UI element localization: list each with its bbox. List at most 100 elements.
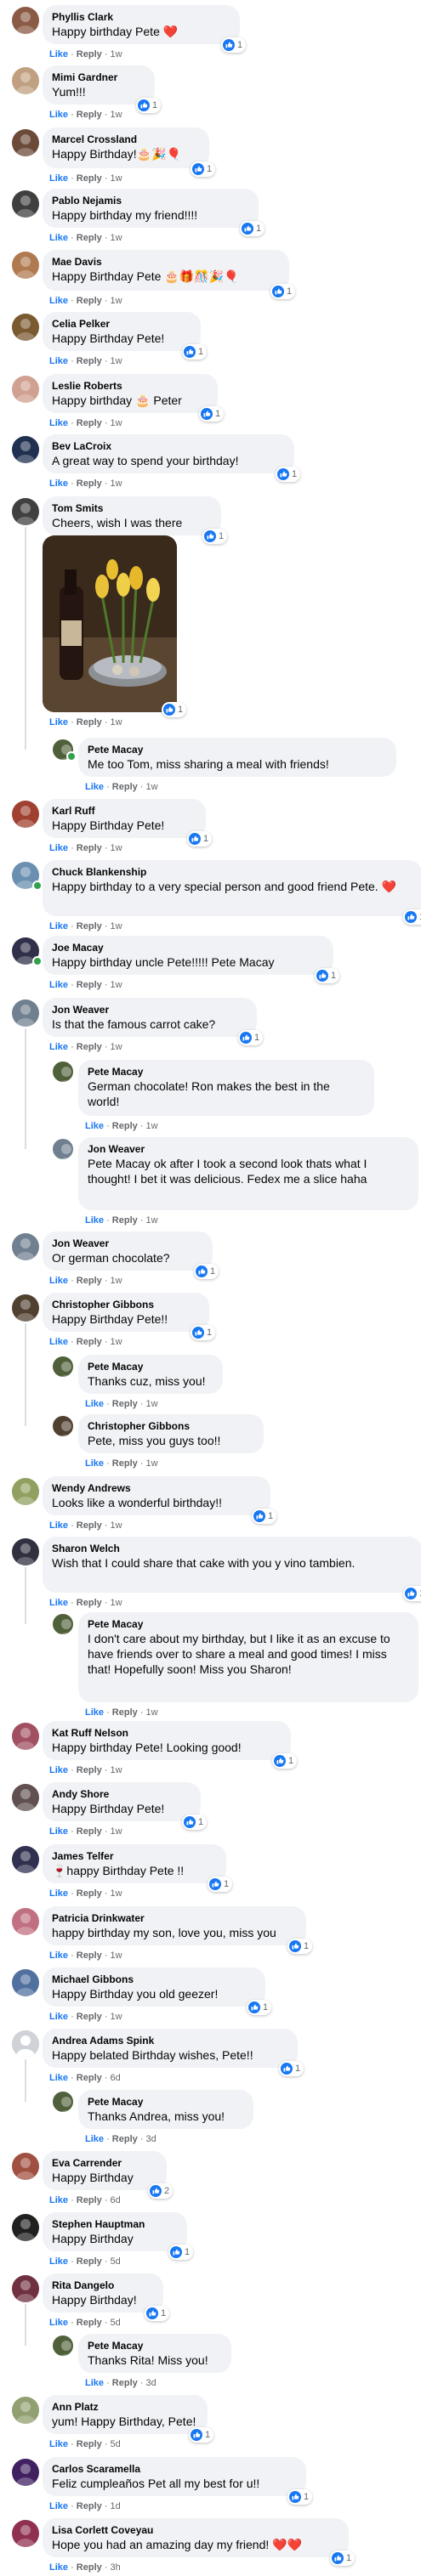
reply-link[interactable]: Reply xyxy=(77,49,102,59)
like-link[interactable]: Like xyxy=(49,2439,68,2449)
avatar[interactable] xyxy=(53,1416,73,1436)
avatar[interactable] xyxy=(53,2092,73,2112)
avatar[interactable] xyxy=(12,801,39,828)
like-link[interactable]: Like xyxy=(49,1826,68,1837)
commenter-name[interactable]: Celia Pelker xyxy=(52,318,191,331)
comment-timestamp[interactable]: 1w xyxy=(111,1765,122,1775)
comment-timestamp[interactable]: 1w xyxy=(146,1399,158,1409)
reply-link[interactable]: Reply xyxy=(77,356,102,366)
comment-timestamp[interactable]: 1w xyxy=(111,110,122,120)
comment-timestamp[interactable]: 5d xyxy=(111,2318,121,2328)
reply-link[interactable]: Reply xyxy=(77,2318,102,2328)
comment-timestamp[interactable]: 3d xyxy=(146,2378,156,2388)
reply-link[interactable]: Reply xyxy=(77,2501,102,2511)
avatar[interactable] xyxy=(53,1062,73,1082)
reply-link[interactable]: Reply xyxy=(77,843,102,853)
reaction-count[interactable]: 1 xyxy=(208,1877,233,1892)
commenter-name[interactable]: Patricia Drinkwater xyxy=(52,1912,297,1925)
avatar[interactable] xyxy=(12,498,39,525)
like-link[interactable]: Like xyxy=(49,2501,68,2511)
like-link[interactable]: Like xyxy=(49,1042,68,1052)
reaction-count[interactable]: 1 xyxy=(182,344,208,360)
like-link[interactable]: Like xyxy=(85,1399,104,1409)
commenter-name[interactable]: Pete Macay xyxy=(88,2096,244,2109)
reaction-count[interactable]: 1 xyxy=(287,2489,313,2505)
reply-link[interactable]: Reply xyxy=(77,2256,102,2267)
reply-link[interactable]: Reply xyxy=(77,173,102,184)
reaction-count[interactable]: 1 xyxy=(202,529,228,544)
reply-link[interactable]: Reply xyxy=(77,478,102,489)
avatar[interactable] xyxy=(12,314,39,341)
reply-link[interactable]: Reply xyxy=(77,1042,102,1052)
reaction-count[interactable]: 1 xyxy=(403,1586,421,1601)
reply-link[interactable]: Reply xyxy=(112,782,138,792)
like-link[interactable]: Like xyxy=(49,717,68,728)
avatar[interactable] xyxy=(12,190,39,218)
reaction-count[interactable]: 1 xyxy=(403,909,421,925)
reply-link[interactable]: Reply xyxy=(112,1458,138,1469)
reaction-count[interactable]: 1 xyxy=(247,2000,272,2015)
comment-timestamp[interactable]: 1w xyxy=(111,1826,122,1837)
reply-link[interactable]: Reply xyxy=(112,1707,138,1718)
avatar[interactable] xyxy=(12,2153,39,2180)
reply-link[interactable]: Reply xyxy=(77,1337,102,1347)
reaction-count[interactable]: 1 xyxy=(191,1325,216,1340)
avatar[interactable] xyxy=(12,2275,39,2302)
avatar[interactable] xyxy=(12,2214,39,2241)
reply-link[interactable]: Reply xyxy=(112,2378,138,2388)
comment-timestamp[interactable]: 1w xyxy=(111,980,122,990)
photo-reaction-count[interactable]: 1 xyxy=(162,702,187,717)
avatar[interactable] xyxy=(12,1538,39,1565)
commenter-name[interactable]: Andy Shore xyxy=(52,1788,191,1801)
comment-timestamp[interactable]: 1w xyxy=(111,1520,122,1531)
like-link[interactable]: Like xyxy=(49,173,68,184)
reaction-count[interactable]: 1 xyxy=(168,2245,194,2260)
reply-link[interactable]: Reply xyxy=(77,980,102,990)
comment-timestamp[interactable]: 1w xyxy=(146,1121,158,1131)
comment-timestamp[interactable]: 1w xyxy=(111,1276,122,1286)
comment-timestamp[interactable]: 1w xyxy=(146,782,158,792)
like-link[interactable]: Like xyxy=(49,1598,68,1608)
commenter-name[interactable]: Jon Weaver xyxy=(52,1004,247,1016)
commenter-name[interactable]: Jon Weaver xyxy=(88,1143,409,1156)
commenter-name[interactable]: Christopher Gibbons xyxy=(52,1299,200,1311)
commenter-name[interactable]: Ann Platz xyxy=(52,2401,198,2414)
comment-timestamp[interactable]: 1w xyxy=(111,921,122,931)
reply-link[interactable]: Reply xyxy=(77,1765,102,1775)
reaction-count[interactable]: 1 xyxy=(136,98,162,113)
comment-timestamp[interactable]: 1w xyxy=(111,1888,122,1899)
commenter-name[interactable]: Rita Dangelo xyxy=(52,2279,154,2292)
reaction-count[interactable]: 1 xyxy=(194,1264,219,1279)
reply-link[interactable]: Reply xyxy=(77,2562,102,2573)
reaction-count[interactable]: 1 xyxy=(279,2061,304,2076)
comment-timestamp[interactable]: 1w xyxy=(111,296,122,306)
commenter-name[interactable]: Stephen Hauptman xyxy=(52,2218,178,2231)
commenter-name[interactable]: Eva Carrender xyxy=(52,2157,157,2170)
avatar[interactable] xyxy=(12,1846,39,1873)
comment-timestamp[interactable]: 1w xyxy=(111,49,122,59)
like-link[interactable]: Like xyxy=(49,418,68,428)
comment-timestamp[interactable]: 1w xyxy=(146,1707,158,1718)
reply-link[interactable]: Reply xyxy=(77,418,102,428)
reply-link[interactable]: Reply xyxy=(77,717,102,728)
commenter-name[interactable]: Michael Gibbons xyxy=(52,1973,256,1986)
like-link[interactable]: Like xyxy=(85,1121,104,1131)
comment-timestamp[interactable]: 3d xyxy=(146,2134,156,2144)
comment-timestamp[interactable]: 6d xyxy=(111,2195,121,2205)
avatar[interactable] xyxy=(12,1723,39,1750)
like-link[interactable]: Like xyxy=(49,2562,68,2573)
commenter-name[interactable]: Wendy Andrews xyxy=(52,1482,261,1495)
commenter-name[interactable]: Mae Davis xyxy=(52,256,280,269)
reaction-count[interactable]: 1 xyxy=(287,1939,313,1954)
commenter-name[interactable]: Tom Smits xyxy=(52,502,212,515)
commenter-name[interactable]: Lisa Corlett Coveyau xyxy=(52,2524,339,2537)
like-link[interactable]: Like xyxy=(49,1337,68,1347)
reaction-count[interactable]: 1 xyxy=(315,968,340,983)
reaction-count[interactable]: 1 xyxy=(276,467,301,482)
reply-link[interactable]: Reply xyxy=(77,1826,102,1837)
commenter-name[interactable]: Pete Macay xyxy=(88,2340,222,2352)
reaction-count[interactable]: 1 xyxy=(252,1509,277,1524)
avatar[interactable] xyxy=(12,1478,39,1505)
reply-link[interactable]: Reply xyxy=(77,2012,102,2022)
reaction-count[interactable]: 1 xyxy=(238,1030,264,1045)
